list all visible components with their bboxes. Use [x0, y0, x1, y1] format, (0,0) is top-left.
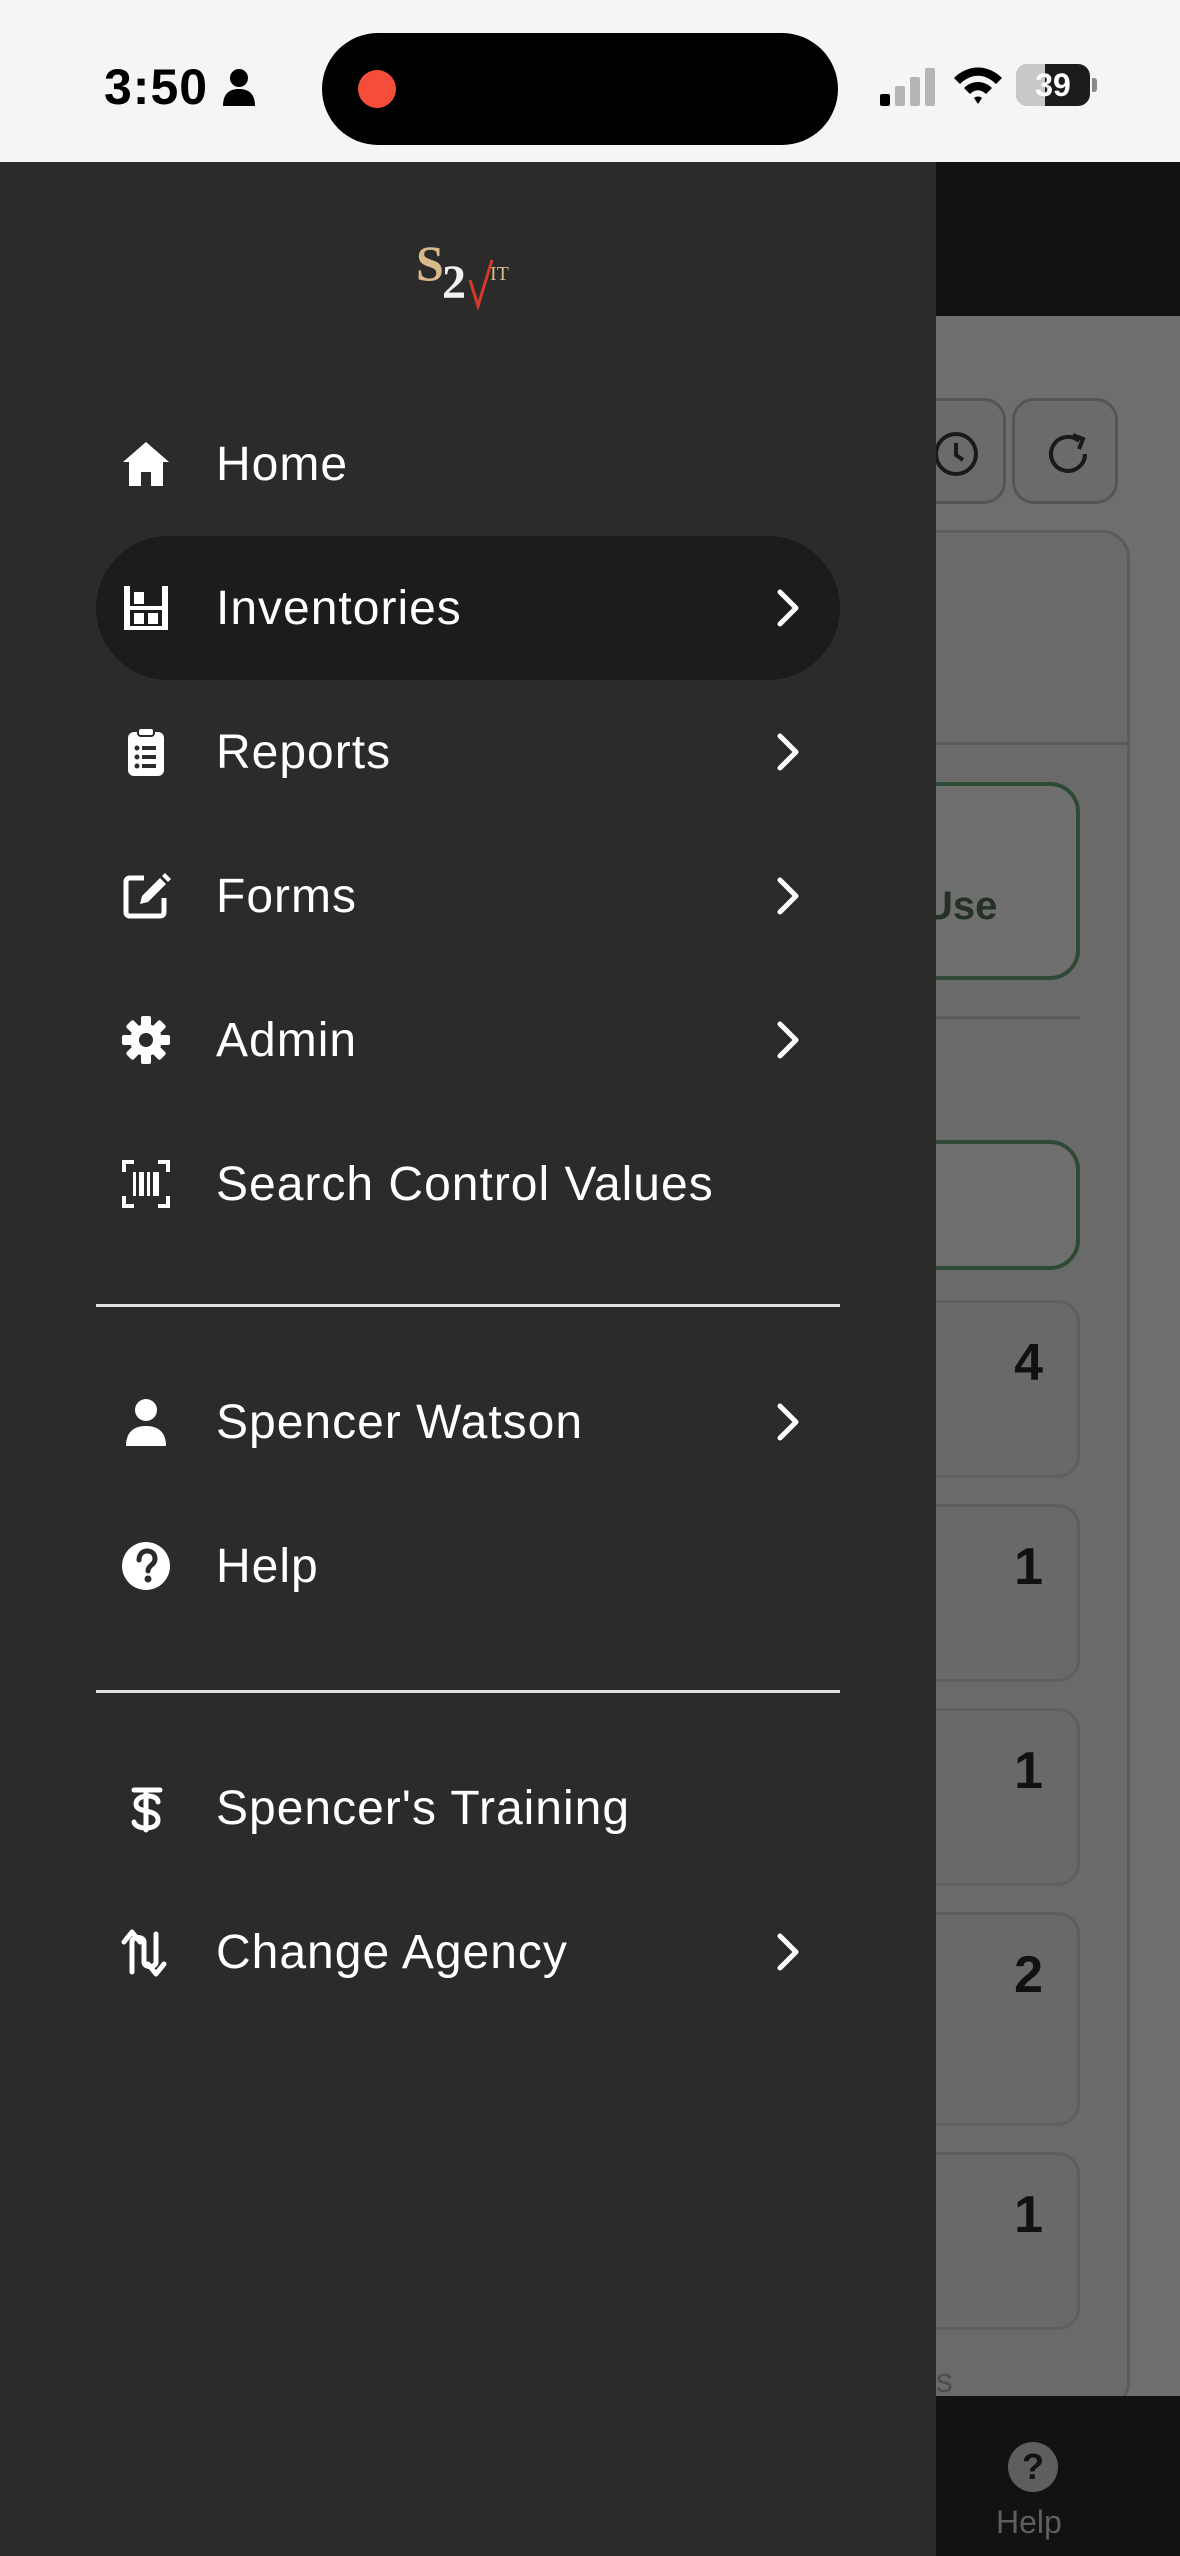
status-bar: 3:50 39 [0, 0, 1180, 162]
chevron-right-icon [777, 877, 799, 915]
count-value: 2 [1014, 1946, 1043, 2004]
menu-item-admin[interactable]: Admin [96, 968, 840, 1112]
help-icon: ? [1008, 2442, 1058, 2492]
menu-item-current-agency[interactable]: Spencer's Training [96, 1736, 840, 1880]
menu-item-inventories[interactable]: Inventories [96, 536, 840, 680]
wifi-icon [954, 67, 1002, 104]
count-value: 1 [1014, 1742, 1043, 1800]
menu-item-label: Admin [216, 1014, 358, 1067]
refresh-icon [1049, 433, 1087, 473]
menu-item-forms[interactable]: Forms [96, 824, 840, 968]
bottom-nav-help-label: Help [996, 2504, 1062, 2540]
chevron-right-icon [777, 1403, 799, 1441]
home-icon [123, 442, 169, 486]
menu-divider [96, 1304, 840, 1307]
menu-item-search-control-values[interactable]: Search Control Values [96, 1112, 840, 1256]
status-time: 3:50 [104, 59, 209, 115]
battery-level: 39 [1035, 67, 1071, 103]
barcode-scan-icon [122, 1160, 170, 1208]
recording-indicator-icon [358, 70, 396, 108]
navigation-drawer: S 2 IT Home Inventories Reports Forms Ad… [0, 162, 936, 2556]
svg-text:2: 2 [442, 256, 466, 309]
count-value: 1 [1014, 1538, 1043, 1596]
menu-item-label: Forms [216, 870, 357, 923]
chevron-right-icon [777, 1021, 799, 1059]
count-value: 4 [1014, 1334, 1043, 1392]
chevron-right-icon [777, 1933, 799, 1971]
agency-icon [131, 1787, 163, 1833]
cellular-signal-icon [880, 68, 935, 106]
history-icon [934, 432, 978, 476]
menu-item-reports[interactable]: Reports [96, 680, 840, 824]
menu-item-label: Home [216, 438, 349, 491]
count-value: 1 [1014, 2186, 1043, 2244]
refresh-button [1012, 398, 1118, 504]
menu-item-label: Reports [216, 726, 392, 779]
clipboard-list-icon [128, 727, 164, 776]
menu-item-help[interactable]: Help [96, 1494, 840, 1638]
menu-item-home[interactable]: Home [96, 392, 840, 536]
menu-item-label: Spencer Watson [216, 1396, 584, 1449]
dynamic-island [322, 33, 838, 145]
chevron-right-icon [777, 589, 799, 627]
help-circle-icon [122, 1542, 170, 1590]
warehouse-icon [124, 586, 168, 630]
menu-item-label: Inventories [216, 582, 462, 635]
menu-item-label: Help [216, 1540, 319, 1593]
s2-logo: S 2 IT [416, 235, 509, 310]
chevron-right-icon [777, 733, 799, 771]
menu-item-label: Spencer's Training [216, 1782, 631, 1835]
menu-item-label: Change Agency [216, 1926, 568, 1979]
edit-square-icon [123, 873, 171, 919]
menu-item-user-profile[interactable]: Spencer Watson [96, 1350, 840, 1494]
menu-item-change-agency[interactable]: Change Agency [96, 1880, 840, 2024]
swap-icon [121, 1929, 167, 1977]
svg-text:IT: IT [490, 263, 509, 285]
user-icon [126, 1399, 166, 1446]
person-icon [223, 69, 255, 106]
svg-text:S: S [416, 235, 444, 291]
menu-divider [96, 1690, 840, 1693]
menu-item-label: Search Control Values [216, 1158, 714, 1211]
battery-icon: 39 [1016, 64, 1097, 106]
gear-icon [122, 1016, 170, 1064]
